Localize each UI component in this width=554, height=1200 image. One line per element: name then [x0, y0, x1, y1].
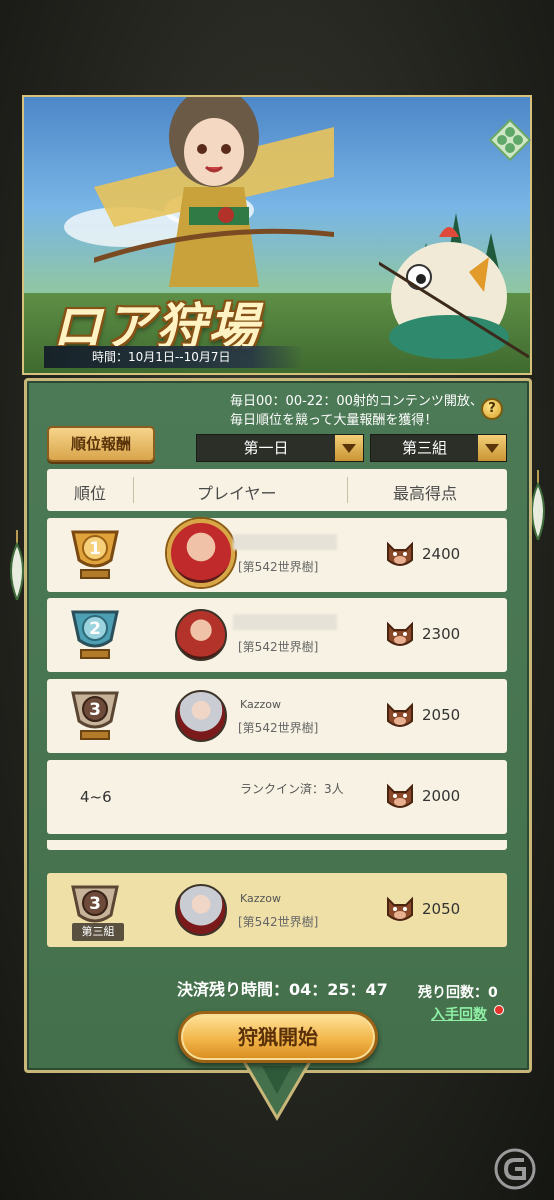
- score-value: 2000: [422, 787, 461, 805]
- start-hunt-button[interactable]: 狩猟開始: [178, 1011, 378, 1063]
- player-server: [第542世界樹]: [238, 915, 319, 929]
- boar-icon: [387, 621, 413, 646]
- event-description: 毎日00：00-22：00射的コンテンツ開放、毎日順位を競って大量報酬を獲得！: [230, 394, 483, 428]
- group-select[interactable]: 第三組: [370, 434, 507, 462]
- settlement-countdown: 決済残り時間：04：25：47: [177, 980, 388, 999]
- day-select-value: 第一日: [243, 439, 289, 457]
- header-score: 最高得点: [393, 484, 458, 503]
- divider: [133, 477, 134, 503]
- event-banner: ロア狩場 時間：10月1日--10月7日: [22, 95, 532, 375]
- table-row[interactable]: 2 [第542世界樹] 2300: [47, 598, 507, 672]
- boar-icon: [387, 541, 413, 566]
- gold-trophy-icon: 1: [71, 530, 119, 579]
- bronze-trophy-icon: 3: [71, 691, 119, 740]
- score-value: 2300: [422, 625, 461, 643]
- score-value: 2400: [422, 545, 461, 563]
- my-rank-row[interactable]: 3 第三組 Kazzow [第542世界樹] 2050: [47, 873, 507, 947]
- divider: [347, 477, 348, 503]
- group-select-value: 第三組: [401, 439, 447, 457]
- event-period: 時間：10月1日--10月7日: [44, 346, 304, 368]
- notification-dot: [494, 1005, 504, 1015]
- ranked-in-count: ランクイン済：3人: [240, 782, 344, 796]
- watermark-logo-icon: [494, 1148, 536, 1190]
- player-name: Kazzow: [240, 698, 282, 711]
- table-row[interactable]: 1 [第542世界樹] 2400: [47, 518, 507, 592]
- chevron-down-icon: [478, 435, 506, 461]
- ranking-table-header: 順位 プレイヤー 最高得点: [47, 469, 507, 511]
- rank-number: 1: [89, 539, 101, 559]
- player-server: [第542世界樹]: [238, 560, 319, 574]
- avatar: [167, 519, 235, 587]
- score-value: 2050: [422, 900, 461, 918]
- remaining-attempts: 残り回数：0: [418, 985, 498, 1001]
- get-attempts-link[interactable]: 入手回数: [431, 1004, 487, 1024]
- player-server: [第542世界樹]: [238, 721, 319, 735]
- player-server: [第542世界樹]: [238, 640, 319, 654]
- player-name-redacted: [233, 614, 337, 630]
- group-tag: 第三組: [72, 923, 124, 941]
- chevron-down-icon: [335, 435, 363, 461]
- avatar: [175, 884, 227, 936]
- rank-range: 4~6: [80, 788, 112, 806]
- player-name-redacted: [233, 534, 337, 550]
- table-row[interactable]: 3 Kazzow [第542世界樹] 2050: [47, 679, 507, 753]
- header-player: プレイヤー: [197, 484, 277, 503]
- list-scroll-edge: [47, 840, 507, 850]
- rank-number: 2: [89, 619, 101, 639]
- avatar: [175, 690, 227, 742]
- avatar: [175, 609, 227, 661]
- help-button[interactable]: ?: [481, 398, 503, 420]
- header-rank: 順位: [74, 484, 107, 503]
- score-value: 2050: [422, 706, 461, 724]
- panel-ornament: [242, 1058, 312, 1121]
- table-row[interactable]: 4~6 ランクイン済：3人 2000: [47, 760, 507, 834]
- rank-number: 3: [89, 700, 101, 720]
- clover-emblem-icon: [488, 118, 532, 162]
- boar-icon: [387, 896, 413, 921]
- boar-icon: [387, 702, 413, 727]
- rank-reward-button[interactable]: 順位報酬: [47, 426, 155, 462]
- rank-number: 3: [89, 894, 101, 914]
- silver-trophy-icon: 2: [71, 610, 119, 659]
- bird-target-illustration: [379, 227, 529, 359]
- boar-icon: [387, 783, 413, 808]
- day-select[interactable]: 第一日: [196, 434, 364, 462]
- player-name: Kazzow: [240, 892, 282, 905]
